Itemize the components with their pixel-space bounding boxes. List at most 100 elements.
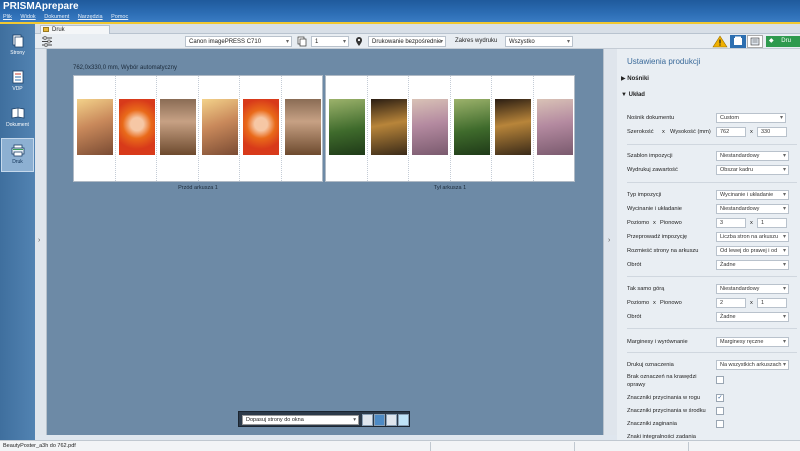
grid-view-icon[interactable] [362, 414, 373, 426]
separator [627, 144, 797, 145]
type-select[interactable]: Wycinanie i układanie [716, 190, 789, 200]
tab-print[interactable]: Druk [40, 25, 110, 34]
horizontal2-value: 2 [720, 300, 724, 306]
type-label: Typ impozycji [627, 192, 662, 198]
menu-item-document[interactable]: Dokument [44, 14, 69, 20]
print-range-select[interactable]: Wszystko [505, 36, 573, 48]
section-media[interactable]: ▶ Nośniki [621, 75, 649, 82]
menu-item-view[interactable]: Widok [20, 14, 35, 20]
size-width-label: Szerokość [627, 129, 654, 135]
fit-pages-value: Dopasuj strony do okna [246, 417, 304, 423]
pages-icon [12, 34, 23, 48]
content-select[interactable]: Obszar kadru [716, 165, 789, 175]
print-mode-value: Drukowanie bezpośrednie [372, 39, 442, 45]
section-layout-label: Układ [628, 92, 645, 98]
page-thumbnail [243, 99, 279, 155]
warning-icon[interactable] [712, 35, 728, 48]
page-thumbnail [201, 99, 238, 155]
back-page-slot [492, 76, 534, 181]
horizontal-input[interactable]: 3 [716, 218, 746, 228]
nav-label-vdp: VDP [12, 86, 23, 92]
arrange-value: Od lewej do prawej i od [720, 248, 778, 254]
front-sheet[interactable] [73, 75, 323, 182]
nav-item-vdp[interactable]: VDP [1, 66, 34, 100]
type-value: Wycinanie i układanie [720, 192, 774, 198]
status-divider [688, 442, 689, 451]
back-sheet[interactable] [325, 75, 575, 182]
fold-marks-checkbox[interactable] [716, 420, 724, 428]
section-layout[interactable]: ▼ Układ [621, 92, 645, 98]
panel-title: Ustawienia produkcji [627, 57, 701, 66]
center-marks-checkbox[interactable] [716, 407, 724, 415]
front-page-slot [157, 76, 199, 181]
chevron-right-icon[interactable]: › [38, 237, 40, 244]
back-page-slot [534, 76, 576, 181]
arrange-select[interactable]: Od lewej do prawej i od [716, 246, 789, 256]
perform-select[interactable]: Liczba stron na arkuszu [716, 232, 789, 242]
adjust-icon[interactable] [39, 35, 55, 48]
separator [627, 352, 797, 353]
print-preview-button[interactable] [730, 35, 746, 48]
vertical-input[interactable]: 1 [757, 218, 787, 228]
print-preview-icon [734, 36, 742, 45]
template-select[interactable]: Niestandardowy [716, 151, 789, 161]
marks-value: Na wszystkich arkuszach [720, 362, 782, 368]
right-collapse-strip[interactable]: › [603, 49, 617, 435]
height-input[interactable]: 330 [757, 127, 787, 137]
status-bar: BeautyPoster_a3h do 762.pdf [0, 440, 800, 451]
cut-select[interactable]: Niestandardowy [716, 204, 789, 214]
horizontal2-input[interactable]: 2 [716, 298, 746, 308]
left-collapse-strip[interactable]: › [35, 49, 47, 435]
menu-item-file[interactable]: Plik [3, 14, 12, 20]
margins-select[interactable]: Marginesy ręczne [716, 337, 789, 347]
tab-print-label: Druk [52, 27, 65, 33]
vertical2-value: 1 [761, 300, 765, 306]
back-page-slot [368, 76, 409, 181]
location-icon [351, 35, 367, 48]
chevron-right-icon[interactable]: › [608, 237, 610, 244]
fit-pages-select[interactable]: Dopasuj strony do okna [242, 415, 359, 425]
nav-label-pages: Strony [10, 50, 25, 56]
print-toolbar: Canon imagePRESS C710 1 Drukowanie bezpo… [35, 34, 800, 49]
horizontal2-label: Poziomo [627, 300, 650, 306]
same-top-select[interactable]: Niestandardowy [716, 284, 789, 294]
back-page-slot [451, 76, 492, 181]
vertical2-input[interactable]: 1 [757, 298, 787, 308]
printer-select[interactable]: Canon imagePRESS C710 [185, 36, 292, 48]
print-icon [11, 144, 24, 157]
sheet-view-icon[interactable] [398, 414, 409, 426]
no-edge-marks-label-line2: oprawy [627, 382, 646, 388]
no-edge-marks-checkbox[interactable] [716, 376, 724, 384]
margins-label: Marginesy i wyrównanie [627, 339, 688, 345]
copies-field[interactable]: 1 [311, 36, 349, 48]
menu-item-tools[interactable]: Narzędzia [78, 14, 103, 20]
nav-item-document[interactable]: Dokument [1, 102, 34, 136]
marks-select[interactable]: Na wszystkich arkuszach [716, 360, 789, 370]
page-thumbnail [536, 99, 573, 155]
width-input[interactable]: 762 [716, 127, 746, 137]
print-mode-select[interactable]: Drukowanie bezpośrednie [368, 36, 446, 48]
horizontal-label: Poziomo [627, 220, 650, 226]
corner-marks-checkbox[interactable]: ✓ [716, 394, 724, 402]
template-value: Niestandardowy [720, 153, 760, 159]
size-height-label: Wysokość (mm) [670, 129, 711, 135]
page-thumbnail [160, 99, 196, 155]
tab-print-icon [43, 27, 49, 32]
vdp-icon [12, 70, 23, 84]
rotation-select[interactable]: Żadne [716, 260, 789, 270]
document-icon [11, 107, 24, 119]
front-sheet-caption: Przód arkusza 1 [178, 185, 218, 191]
nav-label-document: Dokument [6, 122, 29, 128]
crop-marks-icon[interactable] [386, 414, 397, 426]
rotation2-select[interactable]: Żadne [716, 312, 789, 322]
send-icon[interactable] [747, 35, 763, 48]
nav-item-print[interactable]: Druk [1, 138, 34, 172]
menu-item-help[interactable]: Pomoc [111, 14, 128, 20]
print-action-button[interactable]: ◆ Dru [766, 36, 800, 47]
nav-item-pages[interactable]: Strony [1, 30, 34, 64]
media-select[interactable]: Custom [716, 113, 786, 123]
page-thumbnail [370, 99, 407, 155]
status-file-name: BeautyPoster_a3h do 762.pdf [3, 443, 76, 449]
triangle-down-icon: ▼ [621, 92, 629, 98]
image-view-icon[interactable] [374, 414, 385, 426]
